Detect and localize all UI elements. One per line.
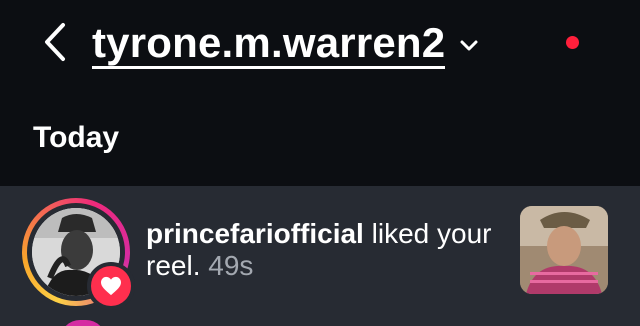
activity-text: princefariofficial liked your reel. 49s [146,218,496,282]
section-heading: Today [33,121,120,154]
activity-timestamp: 49s [208,250,254,281]
account-switcher[interactable]: tyrone.m.warren2 [92,14,479,74]
notification-dot [566,36,579,49]
reel-preview-icon [520,206,608,294]
chevron-down-icon[interactable] [459,39,479,53]
header: tyrone.m.warren2 [0,0,640,100]
reel-thumbnail[interactable] [520,206,608,294]
heart-icon [101,276,121,296]
back-button[interactable] [36,20,76,64]
chevron-left-icon [45,23,65,61]
activity-screen: tyrone.m.warren2 Today princefariofficia… [0,0,640,326]
activity-username[interactable]: princefariofficial [146,218,364,249]
like-badge [87,262,135,310]
account-title[interactable]: tyrone.m.warren2 [92,19,446,69]
